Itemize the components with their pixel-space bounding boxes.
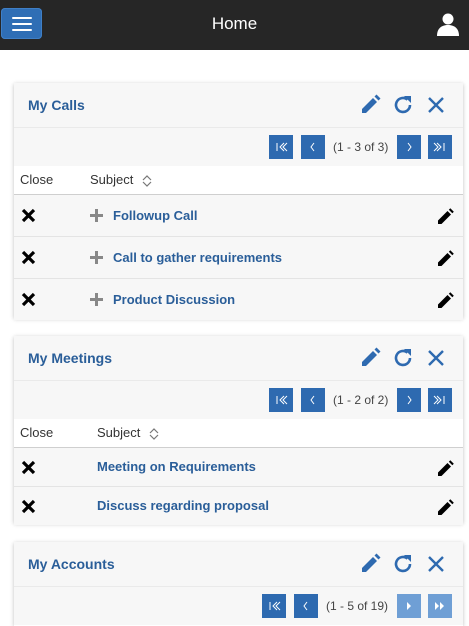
dashlet-header: My Calls — [14, 83, 463, 128]
table-header: Close Subject — [14, 419, 463, 448]
column-header-subject[interactable]: Subject — [97, 425, 140, 440]
edit-icon[interactable] — [437, 292, 454, 309]
last-page-icon — [433, 142, 445, 152]
pagination-info: (1 - 3 of 3) — [333, 140, 389, 154]
pencil-icon[interactable] — [358, 346, 382, 370]
previous-page-button[interactable] — [301, 135, 325, 159]
column-header-close: Close — [20, 425, 54, 440]
user-icon[interactable] — [436, 12, 460, 36]
plus-icon — [90, 209, 103, 222]
refresh-icon[interactable] — [391, 93, 415, 117]
row-subject-link[interactable]: Product Discussion — [113, 292, 235, 307]
plus-icon — [90, 293, 103, 306]
page-title: Home — [211, 14, 258, 33]
dashlet-title: My Calls — [28, 97, 85, 113]
edit-icon[interactable] — [437, 460, 454, 477]
last-page-button[interactable] — [428, 135, 452, 159]
next-page-icon — [407, 602, 411, 610]
pagination-info: (1 - 2 of 2) — [333, 393, 389, 407]
refresh-icon[interactable] — [391, 552, 415, 576]
plus-icon — [90, 251, 103, 264]
next-page-button[interactable] — [397, 594, 421, 618]
pencil-icon[interactable] — [358, 93, 382, 117]
previous-page-icon — [310, 142, 315, 152]
last-page-button[interactable] — [428, 594, 452, 618]
next-page-icon — [407, 142, 412, 152]
close-row-icon[interactable] — [21, 460, 36, 475]
first-page-icon — [276, 142, 288, 152]
previous-page-icon — [303, 601, 308, 611]
dashlet-title: My Meetings — [28, 350, 113, 366]
next-page-button[interactable] — [397, 135, 421, 159]
table-row: Product Discussion — [14, 279, 463, 320]
pencil-icon[interactable] — [358, 552, 382, 576]
column-header-subject[interactable]: Subject — [90, 172, 133, 187]
table-row: Meeting on Requirements — [14, 448, 463, 487]
edit-icon[interactable] — [437, 499, 454, 516]
dashlet-header: My Meetings — [14, 336, 463, 381]
row-subject-link[interactable]: Meeting on Requirements — [97, 459, 256, 474]
close-icon[interactable] — [424, 93, 448, 117]
edit-icon[interactable] — [437, 208, 454, 225]
close-row-icon[interactable] — [21, 208, 36, 223]
pagination-bar: (1 - 2 of 2) — [14, 381, 463, 419]
my-calls-dashlet: My Calls (1 - 3 of 3) Close Subject Foll… — [14, 83, 463, 320]
pagination-info: (1 - 5 of 19) — [326, 599, 389, 613]
column-header-close: Close — [20, 172, 54, 187]
table-row: Call to gather requirements — [14, 237, 463, 279]
table-row: Discuss regarding proposal — [14, 487, 463, 525]
dashlet-header: My Accounts — [14, 542, 463, 587]
dashlet-title: My Accounts — [28, 556, 115, 572]
last-page-button[interactable] — [428, 388, 452, 412]
first-page-button[interactable] — [269, 135, 293, 159]
pagination-bar: (1 - 3 of 3) — [14, 128, 463, 166]
close-row-icon[interactable] — [21, 499, 36, 514]
row-subject-link[interactable]: Call to gather requirements — [113, 250, 282, 265]
previous-page-button[interactable] — [301, 388, 325, 412]
first-page-button[interactable] — [262, 594, 286, 618]
close-icon[interactable] — [424, 346, 448, 370]
top-bar: Home — [0, 0, 469, 50]
my-accounts-dashlet: My Accounts (1 - 5 of 19) — [14, 542, 463, 626]
table-header: Close Subject — [14, 166, 463, 195]
previous-page-button[interactable] — [294, 594, 318, 618]
next-page-icon — [407, 395, 412, 405]
previous-page-icon — [310, 395, 315, 405]
last-page-icon — [433, 395, 445, 405]
next-page-button[interactable] — [397, 388, 421, 412]
table-row: Followup Call — [14, 195, 463, 237]
row-subject-link[interactable]: Discuss regarding proposal — [97, 498, 269, 513]
first-page-icon — [269, 601, 281, 611]
sort-icon[interactable] — [149, 427, 159, 441]
my-meetings-dashlet: My Meetings (1 - 2 of 2) Close Subject M… — [14, 336, 463, 525]
edit-icon[interactable] — [437, 250, 454, 267]
last-page-icon — [435, 602, 444, 610]
pagination-bar: (1 - 5 of 19) — [14, 587, 463, 625]
sort-icon[interactable] — [142, 174, 152, 188]
first-page-button[interactable] — [269, 388, 293, 412]
close-row-icon[interactable] — [21, 250, 36, 265]
close-row-icon[interactable] — [21, 292, 36, 307]
first-page-icon — [276, 395, 288, 405]
close-icon[interactable] — [424, 552, 448, 576]
row-subject-link[interactable]: Followup Call — [113, 208, 198, 223]
refresh-icon[interactable] — [391, 346, 415, 370]
